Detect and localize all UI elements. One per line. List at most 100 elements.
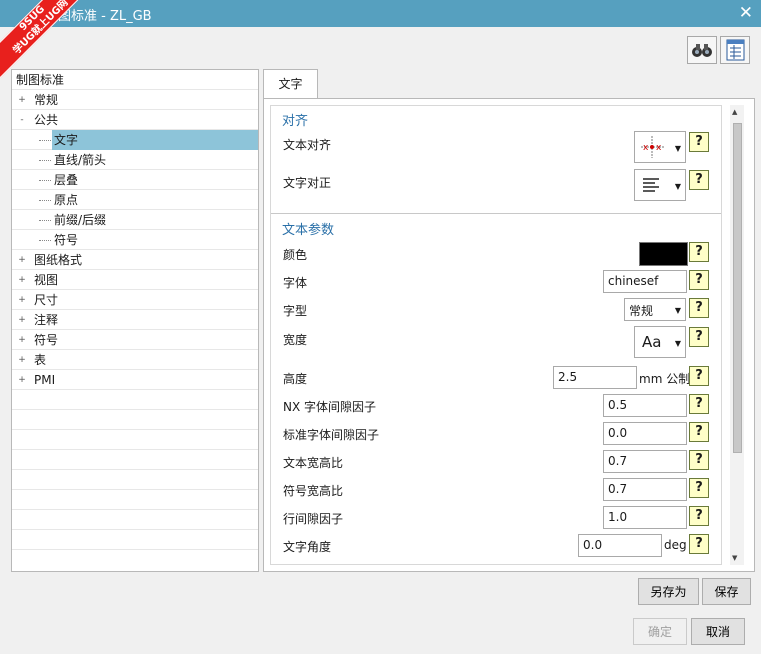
tree-empty-row bbox=[12, 510, 258, 530]
nx-gap-label: NX 字体间隙因子 bbox=[283, 400, 377, 414]
help-icon[interactable]: ? bbox=[689, 298, 709, 318]
chevron-down-icon: ▼ bbox=[674, 182, 681, 191]
std-gap-field[interactable]: 0.0 bbox=[603, 422, 687, 445]
text-align-dropdown[interactable]: x x ▼ bbox=[634, 131, 686, 163]
help-icon[interactable]: ? bbox=[689, 534, 709, 554]
spreadsheet-icon[interactable] bbox=[720, 36, 750, 64]
tree-item[interactable]: 直线/箭头 bbox=[12, 150, 258, 170]
tree-item-label: 公共 bbox=[34, 113, 59, 127]
text-aspect-field[interactable]: 0.7 bbox=[603, 450, 687, 473]
color-swatch[interactable] bbox=[639, 242, 688, 266]
tree-empty-row bbox=[12, 410, 258, 430]
font-field[interactable]: chinesef bbox=[603, 270, 687, 293]
nx-gap-field[interactable]: 0.5 bbox=[603, 394, 687, 417]
tree-item[interactable]: 层叠 bbox=[12, 170, 258, 190]
width-dropdown[interactable]: Aa ▼ bbox=[634, 326, 686, 358]
tree-item-label: 尺寸 bbox=[34, 293, 59, 307]
tree-empty-row bbox=[12, 470, 258, 490]
section-divider bbox=[271, 213, 721, 214]
expand-icon[interactable]: + bbox=[18, 256, 26, 265]
tree-item-label: 前缀/后缀 bbox=[54, 213, 107, 227]
tree-item[interactable]: 文字 bbox=[12, 130, 258, 150]
chevron-down-icon: ▼ bbox=[674, 144, 681, 153]
tree-item-label: 直线/箭头 bbox=[54, 153, 107, 167]
expand-icon[interactable]: + bbox=[18, 276, 26, 285]
help-icon[interactable]: ? bbox=[689, 132, 709, 152]
text-justify-dropdown[interactable]: ▼ bbox=[634, 169, 686, 201]
tree-item[interactable]: + 表 bbox=[12, 350, 258, 370]
style-dropdown[interactable]: 常规 ▼ bbox=[624, 298, 686, 321]
help-icon[interactable]: ? bbox=[689, 394, 709, 414]
help-icon[interactable]: ? bbox=[689, 478, 709, 498]
tree-item-label: 注释 bbox=[34, 313, 59, 327]
width-value: Aa bbox=[642, 333, 662, 351]
tree-item-label: 视图 bbox=[34, 273, 59, 287]
tree-item[interactable]: + 图纸格式 bbox=[12, 250, 258, 270]
text-align-label: 文本对齐 bbox=[283, 138, 332, 152]
ok-button[interactable]: 确定 bbox=[633, 618, 687, 645]
tree-empty-row bbox=[12, 450, 258, 470]
vertical-scrollbar[interactable]: ▲ ▼ bbox=[730, 105, 744, 565]
tree-item-label: PMI bbox=[34, 373, 56, 387]
scroll-down-icon[interactable]: ▼ bbox=[732, 554, 737, 562]
save-button[interactable]: 保存 bbox=[702, 578, 751, 605]
tree-empty-row bbox=[12, 430, 258, 450]
tree-connector bbox=[39, 180, 51, 181]
symbol-aspect-field[interactable]: 0.7 bbox=[603, 478, 687, 501]
height-field[interactable]: 2.5 bbox=[553, 366, 637, 389]
tree-empty-row bbox=[12, 390, 258, 410]
save-as-button[interactable]: 另存为 bbox=[638, 578, 699, 605]
help-icon[interactable]: ? bbox=[689, 506, 709, 526]
help-icon[interactable]: ? bbox=[689, 242, 709, 262]
tree-item-label: 常规 bbox=[34, 93, 59, 107]
tab-text[interactable]: 文字 bbox=[263, 69, 318, 100]
tree-item-label: 符号 bbox=[34, 333, 59, 347]
collapse-icon[interactable]: - bbox=[18, 116, 26, 125]
tree-connector bbox=[39, 200, 51, 201]
help-icon[interactable]: ? bbox=[689, 170, 709, 190]
svg-text:x: x bbox=[643, 143, 649, 153]
svg-text:x: x bbox=[656, 143, 662, 153]
help-icon[interactable]: ? bbox=[689, 270, 709, 290]
expand-icon[interactable]: + bbox=[18, 336, 26, 345]
tree-item[interactable]: + 尺寸 bbox=[12, 290, 258, 310]
height-label: 高度 bbox=[283, 372, 308, 386]
tree-item[interactable]: + 常规 bbox=[12, 90, 258, 110]
tree-item[interactable]: + PMI bbox=[12, 370, 258, 390]
tree-item-label: 层叠 bbox=[54, 173, 79, 187]
expand-icon[interactable]: + bbox=[18, 296, 26, 305]
settings-content: 对齐 文本对齐 x x ▼ ? 文字对正 ▼ ? 文本参数 颜色 ? 字体 ch… bbox=[270, 105, 722, 565]
scroll-up-icon[interactable]: ▲ bbox=[732, 108, 737, 116]
section-text-params-title: 文本参数 bbox=[282, 223, 335, 238]
settings-panel: 对齐 文本对齐 x x ▼ ? 文字对正 ▼ ? 文本参数 颜色 ? 字体 ch… bbox=[263, 98, 755, 572]
height-unit: mm 公制 bbox=[639, 372, 691, 386]
tree-connector bbox=[39, 140, 51, 141]
help-icon[interactable]: ? bbox=[689, 366, 709, 386]
tree-root[interactable]: 制图标准 bbox=[12, 70, 258, 90]
tree-item[interactable]: 符号 bbox=[12, 230, 258, 250]
tree-item[interactable]: 原点 bbox=[12, 190, 258, 210]
angle-label: 文字角度 bbox=[283, 540, 332, 554]
tree-item-label: 原点 bbox=[54, 193, 79, 207]
chevron-down-icon: ▼ bbox=[674, 339, 681, 348]
expand-icon[interactable]: + bbox=[18, 376, 26, 385]
help-icon[interactable]: ? bbox=[689, 450, 709, 470]
angle-field[interactable]: 0.0 bbox=[578, 534, 662, 557]
expand-icon[interactable]: + bbox=[18, 356, 26, 365]
line-gap-field[interactable]: 1.0 bbox=[603, 506, 687, 529]
tree-item[interactable]: + 视图 bbox=[12, 270, 258, 290]
tree-item[interactable]: 前缀/后缀 bbox=[12, 210, 258, 230]
help-icon[interactable]: ? bbox=[689, 422, 709, 442]
expand-icon[interactable]: + bbox=[18, 96, 26, 105]
scroll-thumb[interactable] bbox=[733, 123, 742, 453]
tab-strip: 文字 bbox=[263, 69, 755, 100]
help-icon[interactable]: ? bbox=[689, 327, 709, 347]
expand-icon[interactable]: + bbox=[18, 316, 26, 325]
tree-item[interactable]: + 符号 bbox=[12, 330, 258, 350]
close-icon[interactable]: ✕ bbox=[739, 3, 753, 23]
tree-item[interactable]: + 注释 bbox=[12, 310, 258, 330]
tree-item[interactable]: - 公共 bbox=[12, 110, 258, 130]
binoculars-icon[interactable] bbox=[687, 36, 717, 64]
tree-connector bbox=[39, 220, 51, 221]
cancel-button[interactable]: 取消 bbox=[691, 618, 745, 645]
